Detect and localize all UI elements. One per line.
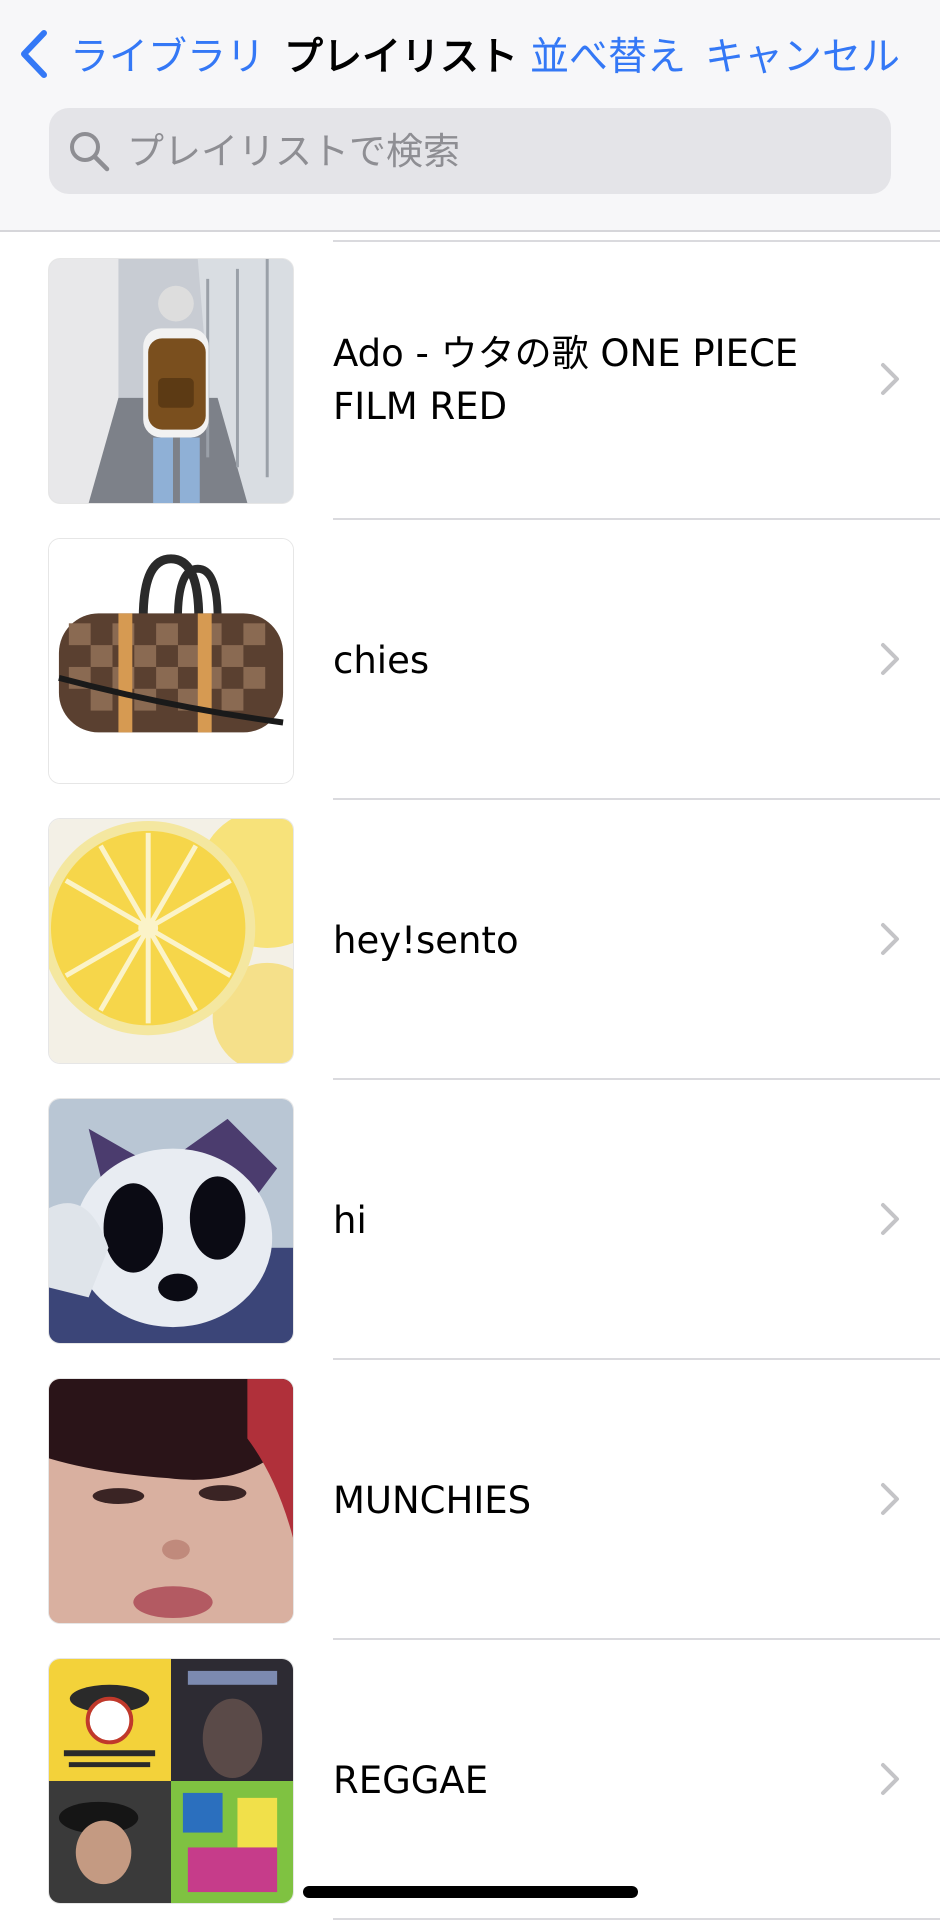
chevron-right-icon <box>881 1203 899 1235</box>
playlist-list: Ado - ウタの歌 ONE PIECE FILM RED chies hey!… <box>0 240 940 1920</box>
playlist-artwork <box>48 1098 294 1344</box>
person-photo-icon <box>49 259 293 503</box>
navigation-header: ライブラリ プレイリスト 並べ替え キャンセル <box>0 0 940 232</box>
chevron-right-icon <box>881 1483 899 1515</box>
face-image-icon <box>49 1379 293 1623</box>
playlist-row[interactable]: hi <box>0 1080 940 1360</box>
playlist-row[interactable]: REGGAE <box>0 1640 940 1920</box>
playlist-row[interactable]: chies <box>0 520 940 800</box>
playlist-name: hi <box>333 1198 367 1242</box>
page-title: プレイリスト <box>284 35 519 80</box>
playlist-name: chies <box>333 638 430 682</box>
cartoon-image-icon <box>49 1099 293 1343</box>
chevron-right-icon <box>881 363 899 395</box>
playlist-name: hey!sento <box>333 918 519 962</box>
chevron-right-icon <box>881 643 899 675</box>
home-indicator[interactable] <box>303 1886 638 1898</box>
playlist-row[interactable]: hey!sento <box>0 800 940 1080</box>
back-button[interactable]: ライブラリ <box>18 26 265 82</box>
search-input[interactable] <box>127 121 891 181</box>
album-collage-icon <box>49 1659 293 1903</box>
chevron-right-icon <box>881 923 899 955</box>
cancel-button[interactable]: キャンセル <box>705 26 900 82</box>
playlist-name: MUNCHIES <box>333 1478 532 1522</box>
playlist-artwork <box>48 1378 294 1624</box>
sort-button[interactable]: 並べ替え <box>530 26 686 82</box>
playlist-artwork <box>48 538 294 784</box>
bag-image-icon <box>49 539 293 783</box>
lemon-image-icon <box>49 819 293 1063</box>
search-icon <box>70 132 110 172</box>
playlist-artwork <box>48 1658 294 1904</box>
back-label: ライブラリ <box>70 35 266 80</box>
playlist-row[interactable]: MUNCHIES <box>0 1360 940 1640</box>
playlist-row[interactable]: Ado - ウタの歌 ONE PIECE FILM RED <box>0 240 940 520</box>
chevron-left-icon <box>21 30 47 78</box>
playlist-artwork <box>48 258 294 504</box>
search-bar[interactable] <box>49 108 891 194</box>
playlist-artwork <box>48 818 294 1064</box>
playlist-name: REGGAE <box>333 1758 489 1802</box>
playlist-name: Ado - ウタの歌 ONE PIECE FILM RED <box>333 332 799 428</box>
chevron-right-icon <box>881 1763 899 1795</box>
